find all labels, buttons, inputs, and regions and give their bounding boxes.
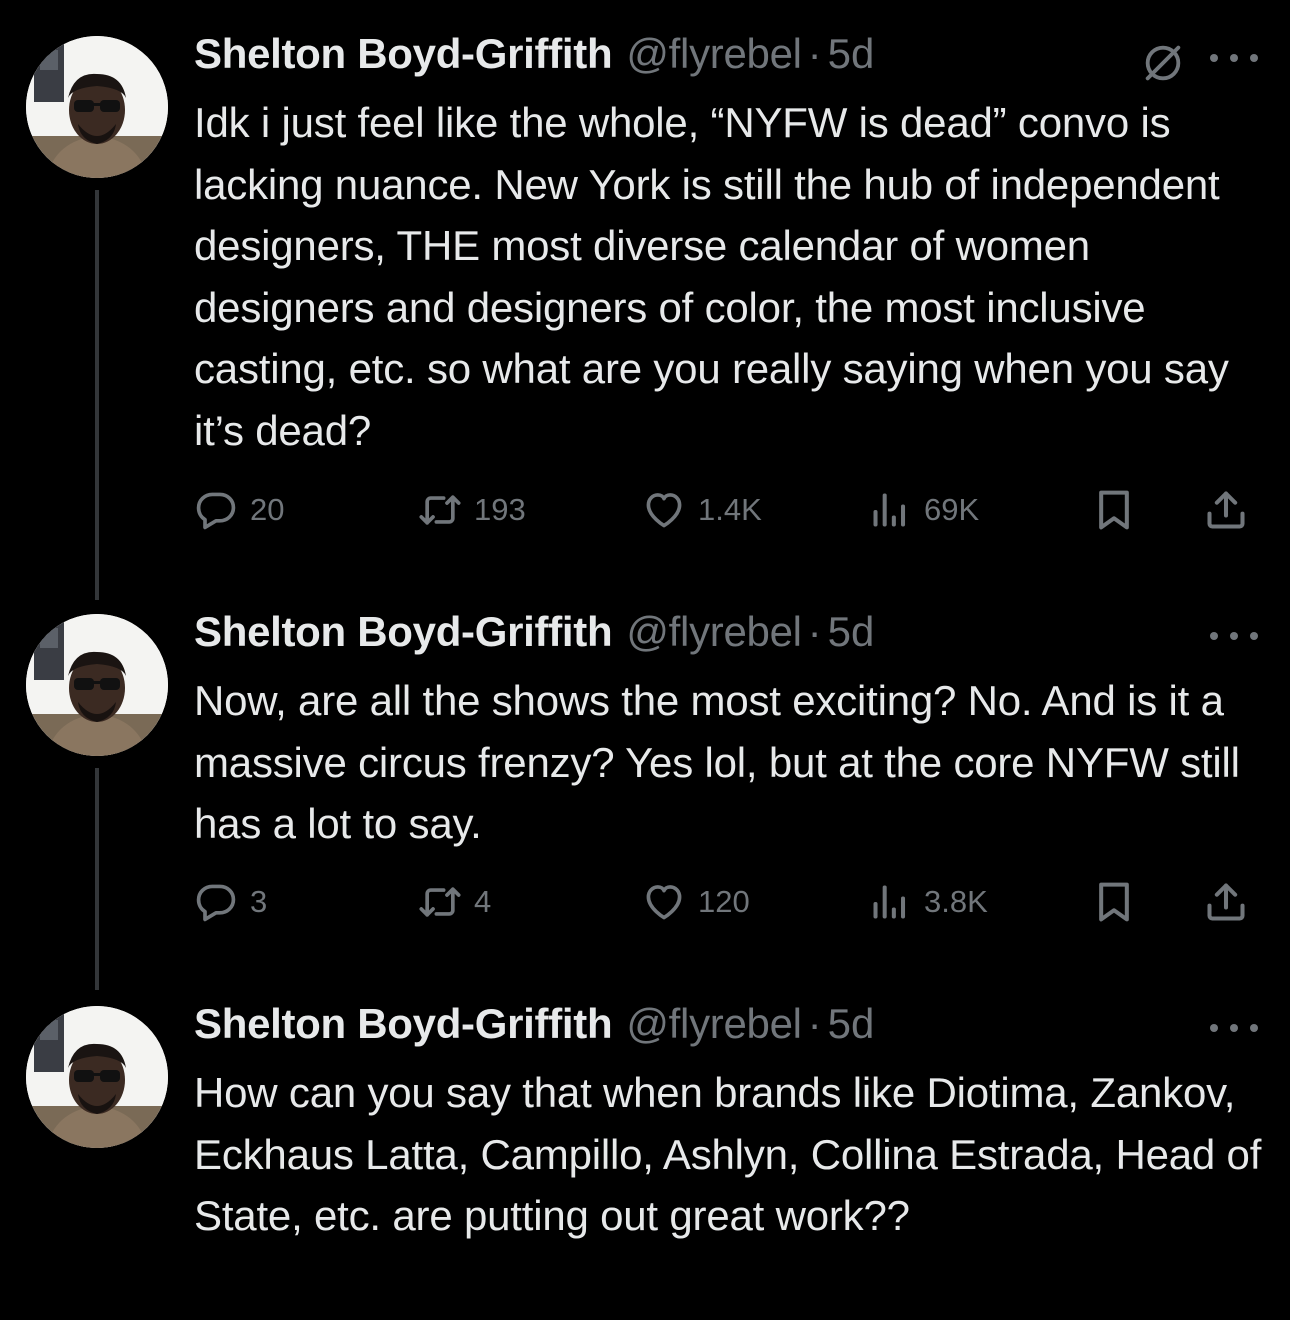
display-name[interactable]: Shelton Boyd-Griffith <box>194 1000 613 1048</box>
heart-icon <box>642 488 686 532</box>
more-icon[interactable] <box>1210 616 1258 656</box>
separator-dot: · <box>807 30 822 77</box>
reply-button[interactable]: 20 <box>194 488 284 532</box>
tweet-3[interactable]: Shelton Boyd-Griffith @flyrebel · 5d How… <box>0 1000 1290 1320</box>
share-icon <box>1204 880 1248 924</box>
views-icon <box>868 880 912 924</box>
retweet-icon <box>418 880 462 924</box>
action-bar: 3 4 120 3.8K <box>194 880 1264 924</box>
action-bar: 20 193 1.4K 69K <box>194 488 1264 532</box>
tweet-1[interactable]: Shelton Boyd-Griffith @flyrebel · 5d Idk… <box>0 30 1290 550</box>
reply-count: 20 <box>250 492 285 527</box>
retweet-count: 4 <box>474 884 492 919</box>
hidden-reply-icon[interactable] <box>1140 40 1186 91</box>
more-icon[interactable] <box>1210 1008 1258 1048</box>
user-handle[interactable]: @flyrebel <box>626 608 802 656</box>
timestamp[interactable]: 5d <box>828 30 875 78</box>
heart-icon <box>642 880 686 924</box>
retweet-button[interactable]: 193 <box>418 488 526 532</box>
views-button[interactable]: 3.8K <box>868 880 988 924</box>
share-button[interactable] <box>1204 880 1248 924</box>
like-button[interactable]: 120 <box>642 880 750 924</box>
views-count: 69K <box>924 492 980 527</box>
display-name[interactable]: Shelton Boyd-Griffith <box>194 30 613 78</box>
views-count: 3.8K <box>924 884 988 919</box>
tweet-header: Shelton Boyd-Griffith @flyrebel · 5d <box>194 30 874 90</box>
reply-icon <box>194 880 238 924</box>
like-count: 120 <box>698 884 750 919</box>
share-button[interactable] <box>1204 488 1248 532</box>
tweet-2[interactable]: Shelton Boyd-Griffith @flyrebel · 5d Now… <box>0 608 1290 938</box>
bookmark-button[interactable] <box>1092 880 1136 924</box>
separator-dot: · <box>807 608 822 655</box>
views-button[interactable]: 69K <box>868 488 979 532</box>
retweet-icon <box>418 488 462 532</box>
timestamp[interactable]: 5d <box>828 608 875 656</box>
more-icon[interactable] <box>1210 38 1258 78</box>
share-icon <box>1204 488 1248 532</box>
avatar[interactable] <box>26 36 168 178</box>
bookmark-button[interactable] <box>1092 488 1136 532</box>
avatar[interactable] <box>26 1006 168 1148</box>
retweet-count: 193 <box>474 492 526 527</box>
like-count: 1.4K <box>698 492 762 527</box>
tweet-text: How can you say that when brands like Di… <box>194 1069 1262 1239</box>
tweet-header: Shelton Boyd-Griffith @flyrebel · 5d <box>194 1000 874 1060</box>
reply-button[interactable]: 3 <box>194 880 267 924</box>
avatar[interactable] <box>26 614 168 756</box>
like-button[interactable]: 1.4K <box>642 488 762 532</box>
reply-count: 3 <box>250 884 268 919</box>
tweet-text: Idk i just feel like the whole, “NYFW is… <box>194 99 1229 454</box>
display-name[interactable]: Shelton Boyd-Griffith <box>194 608 613 656</box>
bookmark-icon <box>1092 880 1136 924</box>
tweet-header: Shelton Boyd-Griffith @flyrebel · 5d <box>194 608 874 668</box>
reply-icon <box>194 488 238 532</box>
tweet-text: Now, are all the shows the most exciting… <box>194 677 1240 847</box>
bookmark-icon <box>1092 488 1136 532</box>
timestamp[interactable]: 5d <box>828 1000 875 1048</box>
retweet-button[interactable]: 4 <box>418 880 491 924</box>
views-icon <box>868 488 912 532</box>
separator-dot: · <box>807 1000 822 1047</box>
user-handle[interactable]: @flyrebel <box>626 30 802 78</box>
user-handle[interactable]: @flyrebel <box>626 1000 802 1048</box>
